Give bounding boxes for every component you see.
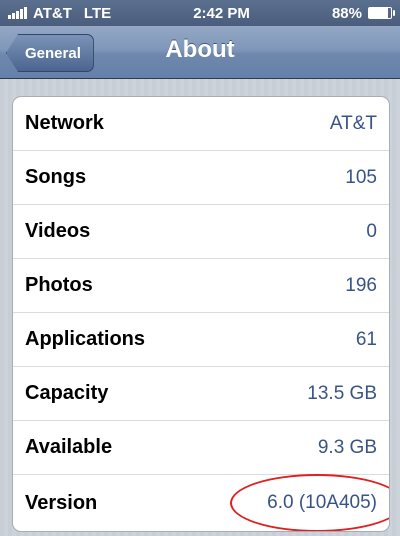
row-photos: Photos 196 [13,259,389,313]
page-title: About [165,36,235,63]
row-version: Version 6.0 (10A405) [13,474,389,531]
row-capacity: Capacity 13.5 GB [13,367,389,421]
row-label: Applications [25,328,146,350]
status-time: 2:42 PM [193,4,250,22]
row-value: 105 [345,166,377,188]
row-value: 0 [366,220,377,242]
row-label: Songs [25,166,87,188]
row-label: Available [25,436,113,458]
row-label: Version [25,491,98,514]
navigation-bar: General About [0,26,400,79]
version-value-wrap: 6.0 (10A405) [230,474,389,531]
row-value: 61 [355,328,377,350]
signal-strength-icon [8,7,27,19]
battery-fill [369,8,389,18]
battery-icon [368,7,395,19]
settings-content[interactable]: Network AT&T Songs 105 Videos 0 Photos 1… [0,79,400,536]
row-label: Network [25,112,104,134]
row-network: Network AT&T [13,97,389,151]
row-label: Videos [25,220,91,242]
about-info-group: Network AT&T Songs 105 Videos 0 Photos 1… [12,96,390,532]
status-left: AT&T LTE [8,5,111,22]
row-value: 13.5 GB [307,382,377,404]
carrier-name: AT&T [33,4,72,22]
status-right: 88% [331,4,395,22]
row-label: Capacity [25,382,109,404]
row-value: 196 [345,274,377,296]
row-songs: Songs 105 [13,151,389,205]
network-type: LTE [83,4,112,22]
row-value: AT&T [329,112,377,134]
row-label: Photos [25,274,93,296]
row-value: 6.0 (10A405) [267,492,377,513]
row-videos: Videos 0 [13,205,389,259]
battery-percent: 88% [331,4,362,22]
row-value: 9.3 GB [317,436,377,458]
row-available: Available 9.3 GB [13,421,389,475]
status-bar: AT&T LTE 2:42 PM 88% [0,0,400,26]
row-applications: Applications 61 [13,313,389,367]
